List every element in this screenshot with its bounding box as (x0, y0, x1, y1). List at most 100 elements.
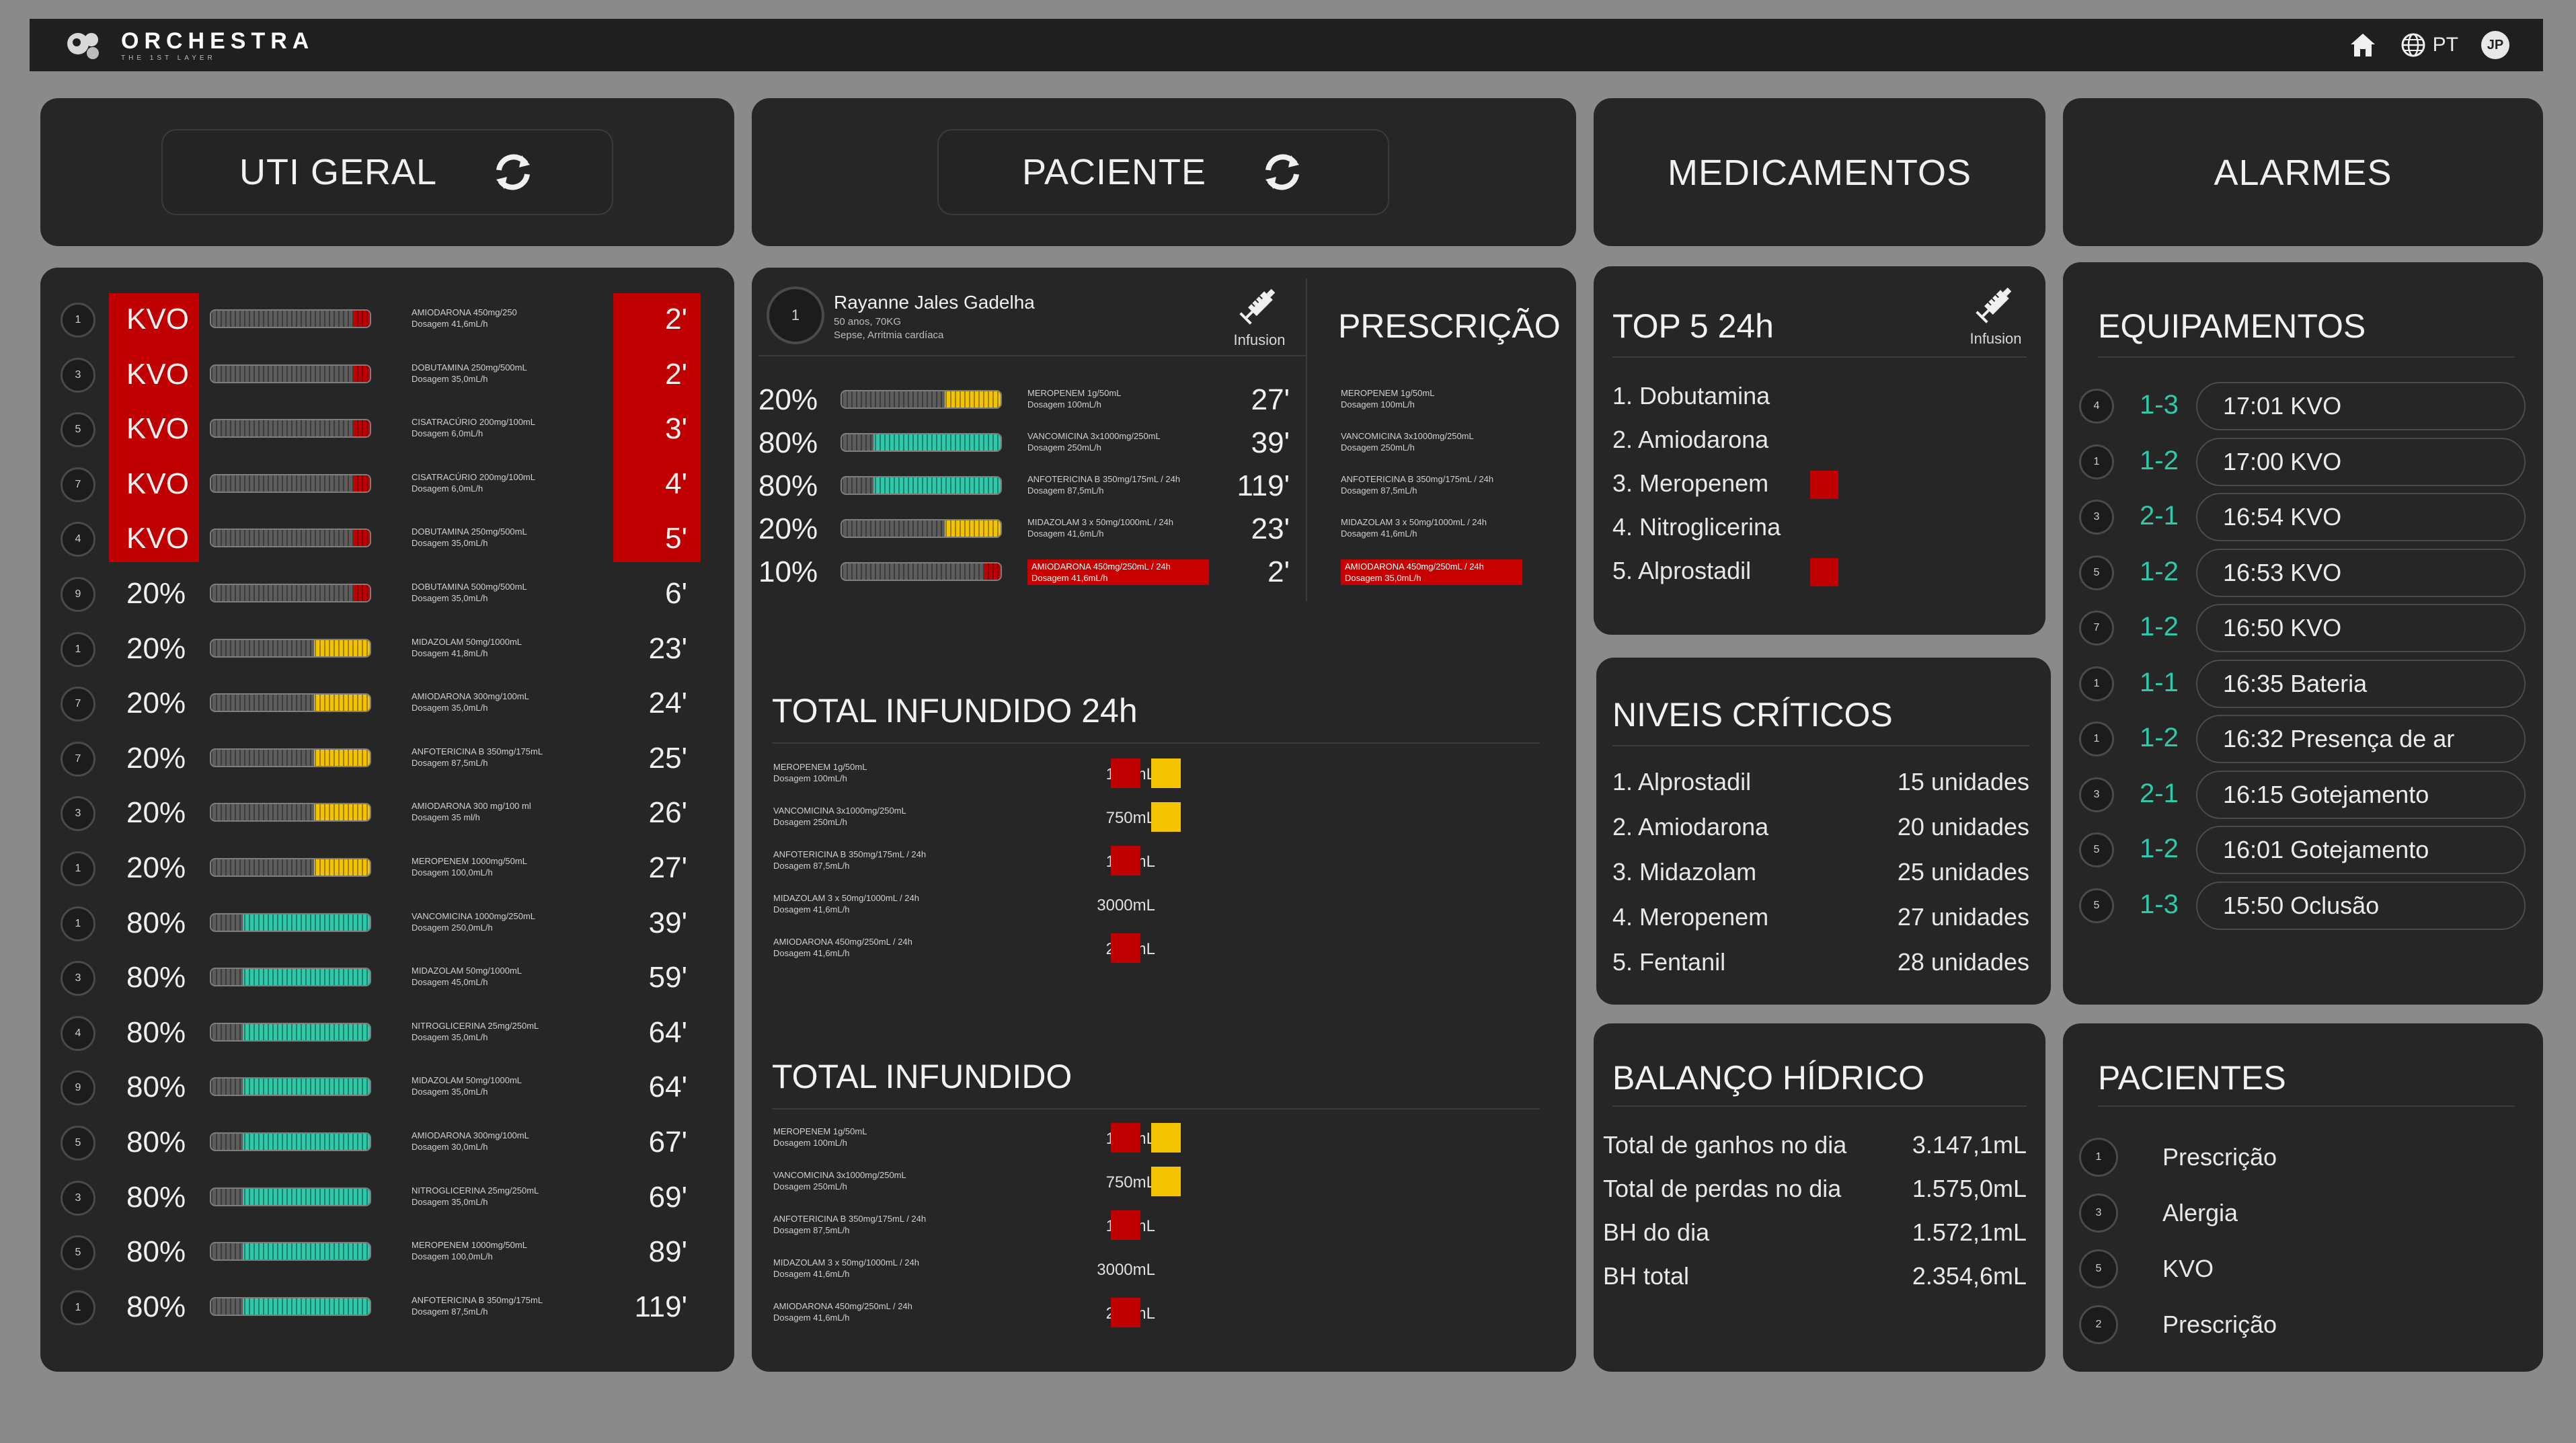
alarm-pill[interactable]: 16:32 Presença de ar (2196, 715, 2526, 763)
total-row: VANCOMICINA 3x1000mg/250mL Dosagem 250mL/… (752, 1167, 1559, 1207)
drug-dose: Dosagem 41,6mL/h (1031, 573, 1108, 583)
drug-label: MIDAZOLAM 50mg/1000mL Dosagem 41,8mL/h (412, 636, 522, 659)
uti-geral-button[interactable]: UTI GERAL (161, 129, 613, 215)
equipment-alarm-row[interactable]: 1 1-1 16:35 Bateria (2063, 658, 2543, 709)
pacientes-panel: PACIENTES 1 Prescrição 3 Alergia 5 KVO 2 Prescr… (2063, 1023, 2543, 1372)
bed-number: 1 (2079, 1138, 2118, 1177)
infusion-button[interactable]: Infusion (1229, 281, 1290, 349)
uti-row[interactable]: 7 KVO CISATRACÚRIO 200mg/100mL Dosagem 6,0m… (40, 458, 734, 512)
uti-row[interactable]: 5 80% MEROPENEM 1000mg/50mL Dosagem 100,0mL… (40, 1226, 734, 1280)
infusion-status: 20% (126, 851, 186, 884)
avatar[interactable]: JP (2481, 31, 2509, 59)
uti-row[interactable]: 9 80% MIDAZOLAM 50mg/1000mL Dosagem 35,0mL/… (40, 1061, 734, 1115)
patient-infusion-row[interactable]: 20% MIDAZOLAM 3 x 50mg/1000mL / 24h Dosage… (752, 510, 1303, 550)
remaining-time: 27' (1251, 383, 1290, 416)
uti-row[interactable]: 1 80% ANFOTERICINA B 350mg/175mL Dosagem 87… (40, 1281, 734, 1335)
uti-row[interactable]: 3 80% MIDAZOLAM 50mg/1000mL Dosagem 45,0mL/… (40, 951, 734, 1005)
equipment-alarm-row[interactable]: 1 1-2 17:00 KVO (2063, 436, 2543, 488)
drug-label: AMIODARONA 450mg/250mL / 24h Dosagem 41,6… (1027, 559, 1209, 585)
alarmes-header[interactable]: ALARMES (2063, 98, 2543, 246)
red-flag (1111, 758, 1140, 788)
drug-dose: Dosagem 41,6mL/h (1341, 529, 1417, 539)
patient-alert-row[interactable]: 2 Prescrição (2063, 1300, 2543, 1347)
language-selector[interactable]: PT (2401, 32, 2458, 58)
patient-alert-row[interactable]: 1 Prescrição (2063, 1132, 2543, 1179)
uti-geral-label: UTI GERAL (239, 152, 438, 192)
alarm-pill[interactable]: 16:15 Gotejamento (2196, 770, 2526, 819)
alarm-pill[interactable]: 16:53 KVO (2196, 548, 2526, 597)
paciente-button[interactable]: PACIENTE (937, 129, 1389, 215)
patient-infusion-row[interactable]: 80% ANFOTERICINA B 350mg/175mL / 24h Dosag… (752, 467, 1303, 507)
equipment-alarm-row[interactable]: 5 1-2 16:53 KVO (2063, 547, 2543, 598)
drug-name: NITROGLICERINA 25mg/250mL (412, 1185, 539, 1196)
bed-number: 1 (2079, 722, 2114, 756)
remaining-time: 59' (648, 961, 687, 994)
uti-row[interactable]: 9 20% DOBUTAMINA 500mg/500mL Dosagem 35,0mL… (40, 568, 734, 621)
infusion-status: 20% (126, 796, 186, 830)
alarm-pill[interactable]: 16:01 Gotejamento (2196, 826, 2526, 874)
equipment-alarm-row[interactable]: 3 2-1 16:54 KVO (2063, 492, 2543, 543)
uti-row[interactable]: 1 KVO AMIODARONA 450mg/250 Dosagem 41,6mL/h… (40, 293, 734, 347)
home-icon[interactable] (2348, 30, 2378, 60)
equipment-alarm-row[interactable]: 5 1-3 15:50 Oclusão (2063, 880, 2543, 931)
uti-row[interactable]: 4 KVO DOBUTAMINA 250mg/500mL Dosagem 35,0mL… (40, 512, 734, 566)
patient-infusion-row[interactable]: 80% VANCOMICINA 3x1000mg/250mL Dosagem 250… (752, 424, 1303, 464)
drug-label: MIDAZOLAM 50mg/1000mL Dosagem 35,0mL/h (412, 1075, 522, 1097)
alarm-pill[interactable]: 16:35 Bateria (2196, 659, 2526, 708)
top5-item: 1. Dobutamina (1612, 382, 1770, 410)
total-row: AMIODARONA 450mg/250mL / 24h Dosagem 41,6… (752, 933, 1559, 974)
equipment-alarm-row[interactable]: 4 1-3 17:01 KVO (2063, 381, 2543, 432)
brand-tagline: THE 1ST LAYER (121, 54, 216, 62)
drug-label: ANFOTERICINA B 350mg/175mL / 24h Dosagem … (773, 849, 926, 871)
remaining-time: 2' (665, 303, 687, 336)
patient-infusion-row[interactable]: 10% AMIODARONA 450mg/250mL / 24h Dosagem 4… (752, 553, 1303, 593)
patient-alert-label: Prescrição (2162, 1311, 2277, 1338)
patient-infusion-row[interactable]: 20% MEROPENEM 1g/50mL Dosagem 100mL/h 27' (752, 381, 1303, 421)
equipment-alarm-row[interactable]: 7 1-2 16:50 KVO (2063, 602, 2543, 654)
remaining-time: 23' (1251, 512, 1290, 545)
top5-infusion-button[interactable]: Infusion (1962, 280, 2029, 348)
patient-alert-row[interactable]: 5 KVO (2063, 1244, 2543, 1291)
drug-dose: Dosagem 35 ml/h (412, 812, 480, 823)
uti-row[interactable]: 1 20% MEROPENEM 1000mg/50mL Dosagem 100,0mL… (40, 842, 734, 896)
uti-row[interactable]: 5 KVO CISATRACÚRIO 200mg/100mL Dosagem 6,0m… (40, 403, 734, 457)
uti-row[interactable]: 4 80% NITROGLICERINA 25mg/250mL Dosagem 35,… (40, 1007, 734, 1060)
medicamentos-header[interactable]: MEDICAMENTOS (1594, 98, 2045, 246)
bar-ticks (211, 969, 370, 986)
alarm-pill[interactable]: 17:01 KVO (2196, 382, 2526, 430)
equipment-alarm-row[interactable]: 1 1-2 16:32 Presença de ar (2063, 713, 2543, 765)
total-row: MEROPENEM 1g/50mLDosagem 100mL/h180mL (752, 758, 1559, 799)
red-flag (1111, 1123, 1140, 1153)
alarm-pill[interactable]: 17:00 KVO (2196, 437, 2526, 486)
drug-name: MEROPENEM 1000mg/50mL (412, 1240, 527, 1251)
alarm-pill[interactable]: 16:50 KVO (2196, 604, 2526, 652)
uti-row[interactable]: 1 20% MIDAZOLAM 50mg/1000mL Dosagem 41,8mL/… (40, 623, 734, 676)
equipment-alarm-row[interactable]: 5 1-2 16:01 Gotejamento (2063, 824, 2543, 875)
uti-row[interactable]: 3 20% AMIODARONA 300 mg/100 ml Dosagem 35 m… (40, 787, 734, 841)
patient-alert-row[interactable]: 3 Alergia (2063, 1188, 2543, 1235)
uti-row[interactable]: 7 20% ANFOTERICINA B 350mg/175mL Dosagem 87… (40, 732, 734, 786)
alarm-pill[interactable]: 15:50 Oclusão (2196, 881, 2526, 930)
uti-row[interactable]: 3 KVO DOBUTAMINA 250mg/500mL Dosagem 35,0mL… (40, 348, 734, 402)
infusion-level-bar (210, 912, 371, 932)
equipment-alarm-row[interactable]: 3 2-1 16:15 Gotejamento (2063, 769, 2543, 820)
logo[interactable]: ORCHESTRA THE 1ST LAYER (63, 28, 314, 63)
criticos-panel: NIVEIS CRÍTICOS 1. Alprostadil 15 unidade… (1596, 658, 2051, 1005)
drug-label: AMIODARONA 450mg/250mL / 24h Dosagem 41,6… (773, 936, 912, 959)
critical-drug: 5. Fentanil (1612, 948, 1726, 976)
criticos-title: NIVEIS CRÍTICOS (1612, 696, 1893, 734)
total-volume: 3000mL (1097, 1261, 1155, 1279)
uti-row[interactable]: 7 20% AMIODARONA 300mg/100mL Dosagem 35,0mL… (40, 677, 734, 731)
total-row: MIDAZOLAM 3 x 50mg/1000mL / 24h Dosagem 4… (752, 890, 1559, 930)
alarm-pill[interactable]: 16:54 KVO (2196, 493, 2526, 541)
critical-value: 27 unidades (1897, 903, 2029, 931)
drug-name: MIDAZOLAM 3 x 50mg/1000mL / 24h (773, 893, 920, 903)
uti-row[interactable]: 5 80% AMIODARONA 300mg/100mL Dosagem 30,0mL… (40, 1116, 734, 1170)
infusion-level-bar (210, 693, 371, 713)
bar-ticks (842, 520, 1001, 537)
balance-value: 1.572,1mL (1912, 1218, 2027, 1246)
total-volume: 750mL (1105, 809, 1155, 827)
prescription-item: ANFOTERICINA B 350mg/175mL / 24h Dosagem … (1341, 473, 1493, 496)
uti-row[interactable]: 1 80% VANCOMICINA 1000mg/250mL Dosagem 250,… (40, 897, 734, 951)
uti-row[interactable]: 3 80% NITROGLICERINA 25mg/250mL Dosagem 35,… (40, 1171, 734, 1225)
